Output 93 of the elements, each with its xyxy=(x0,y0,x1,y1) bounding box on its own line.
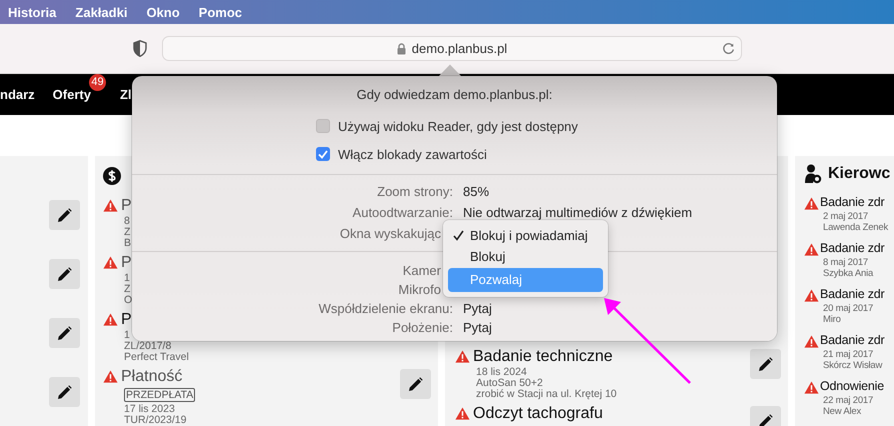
item-title[interactable]: Odnowienie xyxy=(820,378,884,395)
item-detail: 20 maj 2017 xyxy=(822,303,874,314)
warning-icon xyxy=(804,289,819,302)
item-detail: B xyxy=(123,238,132,249)
setting-label: Autoodtwarzanie: xyxy=(352,204,453,222)
edit-button[interactable] xyxy=(750,349,781,379)
item-title[interactable]: Badanie zdr xyxy=(820,286,885,303)
item-detail: ZL/2017/8 xyxy=(123,341,172,352)
warning-icon xyxy=(804,197,819,210)
menu-title[interactable]: Zakładki xyxy=(75,4,128,20)
warning-icon xyxy=(103,313,118,326)
warning-icon xyxy=(103,199,118,212)
warning-icon xyxy=(804,243,819,256)
item-detail: 8 maj 2017 xyxy=(822,257,868,268)
item-detail: 21 maj 2017 xyxy=(822,349,874,360)
item-title[interactable]: Odczyt tachografu xyxy=(473,404,603,424)
setting-value[interactable]: Pytaj xyxy=(463,299,492,318)
shield-icon[interactable] xyxy=(133,40,147,57)
item-title[interactable]: Płatność xyxy=(121,367,182,387)
item-title[interactable]: Badanie zdr xyxy=(820,240,885,257)
warning-icon xyxy=(103,256,118,269)
nav-link[interactable]: Oferty xyxy=(52,86,91,102)
item-title[interactable]: P xyxy=(121,253,132,273)
pencil-icon xyxy=(758,356,773,372)
setting-label: Zoom strony: xyxy=(377,183,453,201)
item-title[interactable]: P xyxy=(121,310,132,330)
coin-icon xyxy=(103,167,121,185)
item-detail: AutoSan 50+2 xyxy=(475,378,543,389)
item-detail: 2 maj 2017 xyxy=(822,211,868,222)
item-detail: TUR/2023/19 xyxy=(123,415,186,426)
checkbox-label: Włącz blokady zawartości xyxy=(338,146,487,162)
popover-title: Gdy odwiedzam demo.planbus.pl: xyxy=(356,86,554,104)
item-title[interactable]: Badanie zdr xyxy=(820,194,885,211)
menu-title[interactable]: Pomoc xyxy=(198,4,242,20)
pencil-icon xyxy=(57,208,72,222)
item-title[interactable]: Badanie techniczne xyxy=(473,347,613,367)
item-detail: New Alex xyxy=(822,406,862,417)
pencil-icon xyxy=(758,414,773,426)
warning-icon xyxy=(455,407,470,420)
item-detail: 22 maj 2017 xyxy=(822,395,874,406)
edit-button[interactable] xyxy=(49,259,80,289)
setting-label: Współdzielenie ekranu: xyxy=(318,300,453,318)
lock-icon xyxy=(396,42,406,54)
menu-title[interactable]: Okno xyxy=(146,4,180,20)
item-detail: 17 lis 2023 xyxy=(123,404,175,415)
item-title[interactable]: Badanie zdr xyxy=(820,332,885,349)
nav-link[interactable]: Zl xyxy=(120,86,132,102)
edit-button[interactable] xyxy=(49,200,80,230)
pencil-icon xyxy=(408,376,423,392)
warning-icon xyxy=(804,335,819,348)
pencil-icon xyxy=(57,326,72,340)
setting-label: Mikrofo xyxy=(398,281,442,299)
item-detail: Z xyxy=(123,284,130,295)
edit-button[interactable] xyxy=(49,377,80,407)
item-detail: Lawenda Zenek xyxy=(822,222,888,233)
item-detail: 18 lis 2024 xyxy=(475,367,527,378)
menu-item[interactable]: Blokuj xyxy=(448,246,603,267)
setting-label: Okna wyskakując xyxy=(340,225,442,243)
checkbox[interactable] xyxy=(316,119,330,133)
setting-label: Położenie: xyxy=(392,319,453,337)
pencil-icon xyxy=(57,266,72,282)
column-title: Kierowc xyxy=(828,165,890,183)
setting-value[interactable]: Pytaj xyxy=(463,318,492,337)
menu-item[interactable]: Blokuj i powiadamiaj xyxy=(448,225,603,246)
checkbox-label: Używaj widoku Reader, gdy jest dostępny xyxy=(338,118,578,134)
item-detail: Perfect Travel xyxy=(123,352,189,363)
item-detail: Szybka Ania xyxy=(822,268,874,279)
item-title[interactable]: P xyxy=(121,196,132,216)
warning-icon xyxy=(455,350,470,363)
item-detail: 8 xyxy=(123,216,130,227)
setting-label: Kamer xyxy=(402,262,442,280)
checkbox[interactable] xyxy=(316,147,330,161)
status-tag: PRZEDPŁATA xyxy=(124,388,196,402)
address-field[interactable]: demo.planbus.pl xyxy=(162,36,742,61)
item-detail: 1 xyxy=(123,330,130,341)
reload-icon[interactable] xyxy=(722,42,735,55)
item-detail: 1 xyxy=(123,273,130,284)
nav-link[interactable]: ndarz xyxy=(0,86,35,102)
setting-value[interactable]: Nie odtwarzaj multimediów z dźwiękiem xyxy=(463,202,692,223)
item-detail: Skórcz Wisław xyxy=(822,360,882,371)
count-badge: 49 xyxy=(88,74,106,90)
edit-button[interactable] xyxy=(400,369,431,399)
menu-title[interactable]: Historia xyxy=(8,4,56,20)
item-detail: Z xyxy=(123,227,130,238)
edit-button[interactable] xyxy=(49,318,80,348)
warning-icon xyxy=(804,381,819,394)
item-detail: O xyxy=(123,295,132,306)
item-detail: Miro xyxy=(822,314,841,325)
driver-icon xyxy=(804,164,822,184)
warning-icon xyxy=(103,370,118,383)
pencil-icon xyxy=(57,384,72,400)
setting-value[interactable]: 85% xyxy=(463,181,692,202)
item-detail: zrobić w Stacji na ul. Krętej 10 xyxy=(475,389,617,400)
